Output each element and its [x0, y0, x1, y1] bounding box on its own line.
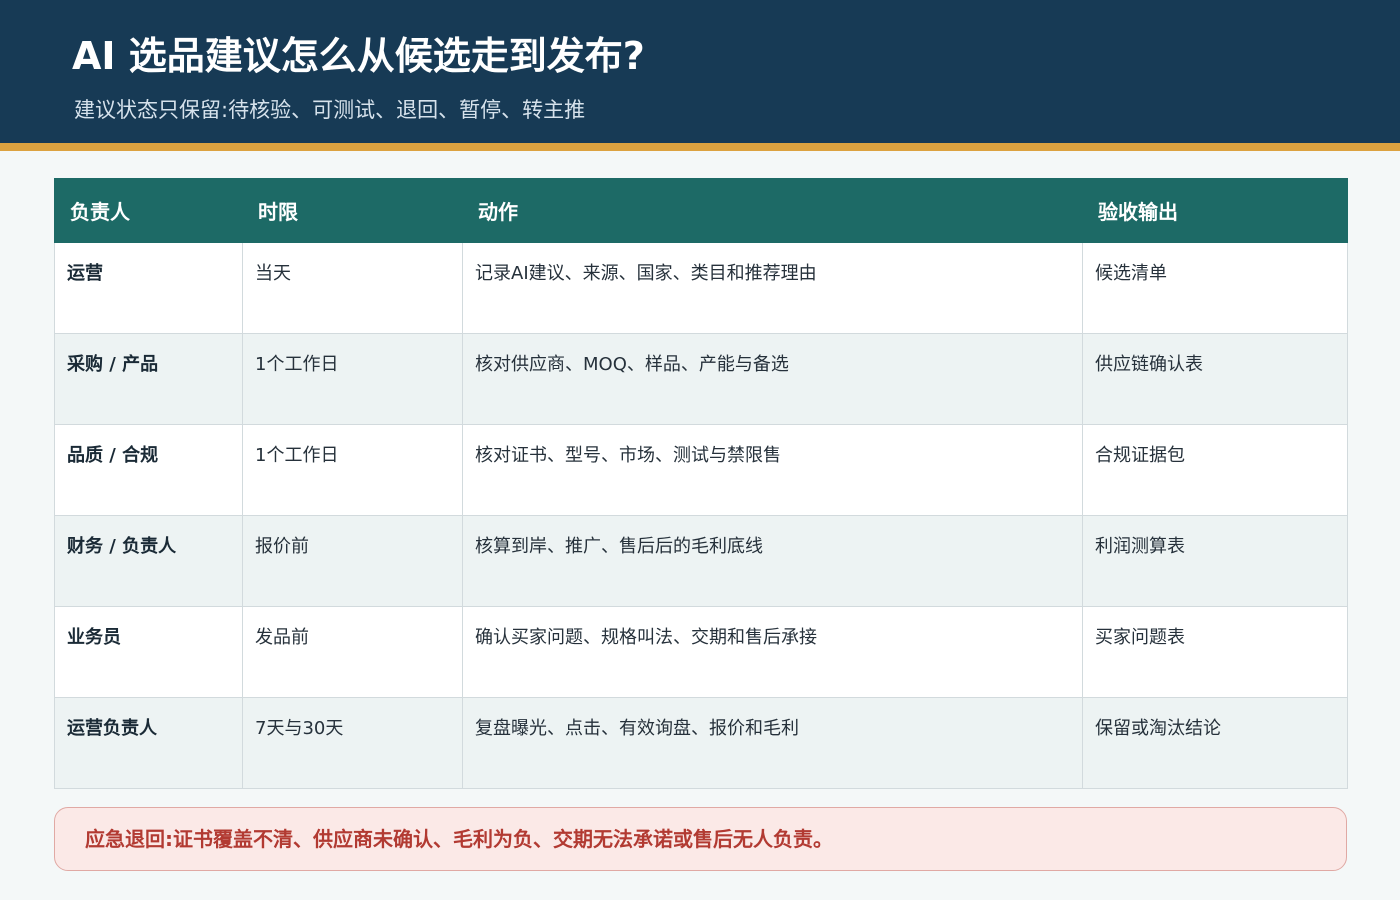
table-header-row: 负责人 时限 动作 验收输出 — [54, 178, 1348, 243]
owner-cell: 运营 — [54, 242, 243, 334]
deadline-cell: 1个工作日 — [242, 333, 463, 425]
owner-cell: 财务 / 负责人 — [54, 515, 243, 607]
table-row: 品质 / 合规 1个工作日 核对证书、型号、市场、测试与禁限售 合规证据包 — [54, 424, 1348, 516]
table-row: 业务员 发品前 确认买家问题、规格叫法、交期和售后承接 买家问题表 — [54, 606, 1348, 698]
output-cell: 合规证据包 — [1082, 424, 1348, 516]
action-cell: 核算到岸、推广、售后后的毛利底线 — [462, 515, 1083, 607]
deadline-cell: 1个工作日 — [242, 424, 463, 516]
action-cell: 记录AI建议、来源、国家、类目和推荐理由 — [462, 242, 1083, 334]
deadline-cell: 当天 — [242, 242, 463, 334]
owner-cell: 运营负责人 — [54, 697, 243, 789]
page-subtitle: 建议状态只保留:待核验、可测试、退回、暂停、转主推 — [74, 98, 586, 122]
page-title: AI 选品建议怎么从候选走到发布? — [72, 34, 645, 78]
table-row: 运营负责人 7天与30天 复盘曝光、点击、有效询盘、报价和毛利 保留或淘汰结论 — [54, 697, 1348, 789]
workflow-table: 负责人 时限 动作 验收输出 运营 当天 记录AI建议、来源、国家、类目和推荐理… — [54, 178, 1348, 789]
output-cell: 保留或淘汰结论 — [1082, 697, 1348, 789]
owner-cell: 采购 / 产品 — [54, 333, 243, 425]
action-cell: 确认买家问题、规格叫法、交期和售后承接 — [462, 606, 1083, 698]
deadline-cell: 报价前 — [242, 515, 463, 607]
action-cell: 复盘曝光、点击、有效询盘、报价和毛利 — [462, 697, 1083, 789]
column-header-action: 动作 — [462, 178, 1083, 243]
table-row: 采购 / 产品 1个工作日 核对供应商、MOQ、样品、产能与备选 供应链确认表 — [54, 333, 1348, 425]
output-cell: 候选清单 — [1082, 242, 1348, 334]
deadline-cell: 7天与30天 — [242, 697, 463, 789]
column-header-deadline: 时限 — [242, 178, 463, 243]
table-row: 运营 当天 记录AI建议、来源、国家、类目和推荐理由 候选清单 — [54, 242, 1348, 334]
deadline-cell: 发品前 — [242, 606, 463, 698]
header-accent-stripe — [0, 143, 1400, 151]
output-cell: 利润测算表 — [1082, 515, 1348, 607]
column-header-owner: 负责人 — [54, 178, 243, 243]
action-cell: 核对供应商、MOQ、样品、产能与备选 — [462, 333, 1083, 425]
owner-cell: 品质 / 合规 — [54, 424, 243, 516]
output-cell: 买家问题表 — [1082, 606, 1348, 698]
action-cell: 核对证书、型号、市场、测试与禁限售 — [462, 424, 1083, 516]
owner-cell: 业务员 — [54, 606, 243, 698]
output-cell: 供应链确认表 — [1082, 333, 1348, 425]
page-header: AI 选品建议怎么从候选走到发布? 建议状态只保留:待核验、可测试、退回、暂停、… — [0, 0, 1400, 143]
table-row: 财务 / 负责人 报价前 核算到岸、推广、售后后的毛利底线 利润测算表 — [54, 515, 1348, 607]
column-header-output: 验收输出 — [1082, 178, 1348, 243]
emergency-return-alert: 应急退回:证书覆盖不清、供应商未确认、毛利为负、交期无法承诺或售后无人负责。 — [54, 807, 1347, 871]
